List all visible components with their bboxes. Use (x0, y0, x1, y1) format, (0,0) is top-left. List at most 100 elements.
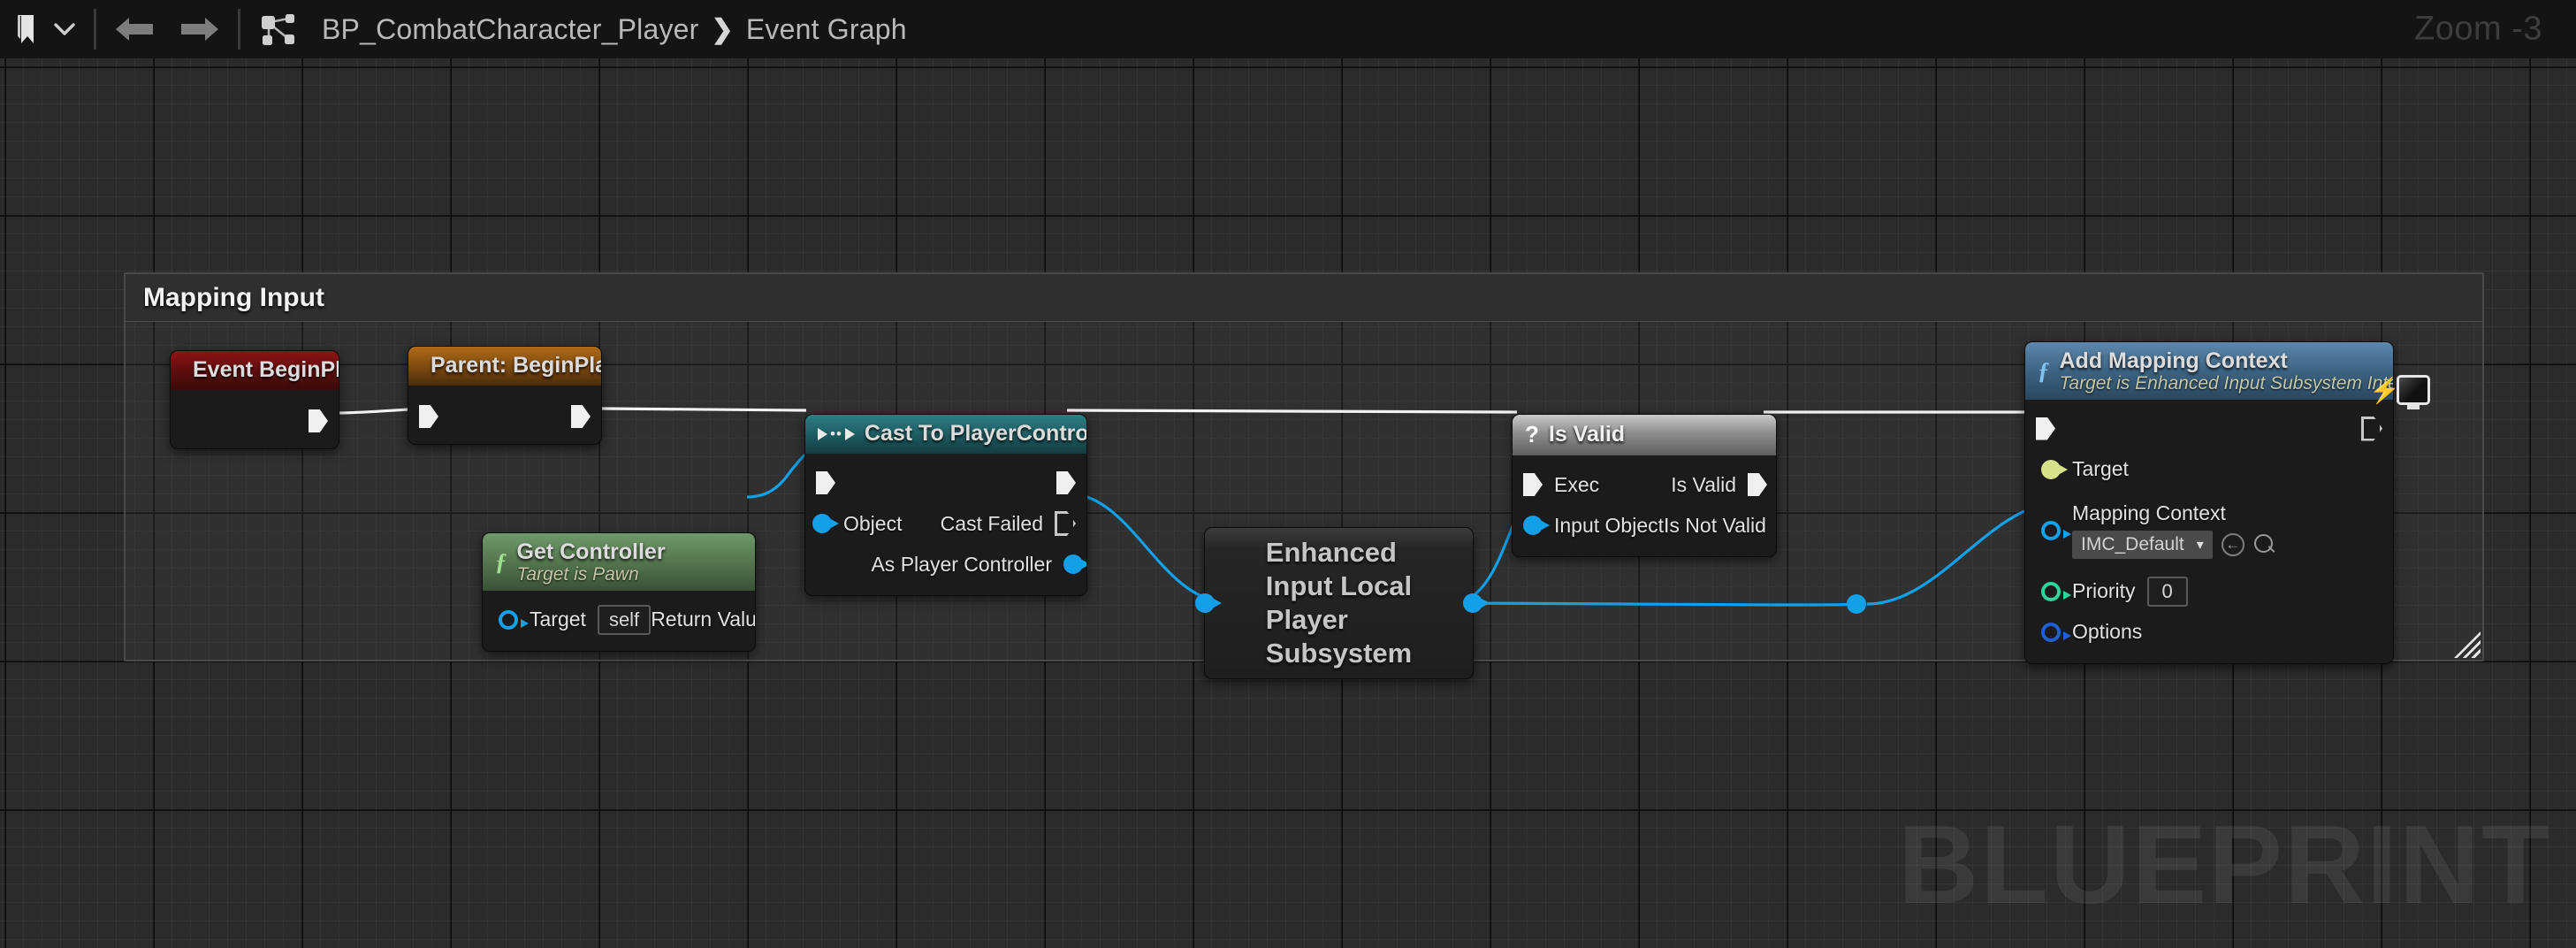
pin-row-exec-out[interactable] (171, 401, 339, 441)
bookmark-button[interactable] (0, 0, 53, 58)
pin-label-cast-failed: Cast Failed (940, 511, 1043, 535)
pin-target[interactable]: Target (2041, 457, 2129, 481)
exec-output-pin-icon[interactable] (309, 409, 328, 432)
target-self-value[interactable]: self (597, 604, 652, 635)
mapping-context-dropdown[interactable]: IMC_Default ▾ (2072, 531, 2213, 560)
bookmark-icon (18, 15, 34, 43)
exec-input-pin-icon[interactable] (2036, 417, 2055, 440)
node-body: Object Cast Failed As Player Controller (805, 454, 1086, 595)
exec-input-pin-icon[interactable] (816, 471, 835, 494)
chevron-down-icon (54, 23, 75, 35)
object-input-pin-icon[interactable] (2041, 520, 2071, 540)
exec-output-pin-icon[interactable] (1056, 471, 1076, 494)
node-title: Add Mapping Context (2059, 348, 2288, 373)
node-add-mapping-context[interactable]: ƒ Add Mapping Context Target is Enhanced… (2024, 341, 2394, 664)
question-mark-icon: ? (1525, 421, 1539, 447)
breadcrumb-separator-icon: ❯ (711, 14, 734, 44)
pin-row-as-player-controller: As Player Controller (805, 544, 1086, 585)
pin-row-exec[interactable] (408, 396, 601, 437)
pin-priority[interactable]: Priority 0 (2041, 576, 2188, 607)
pin-exec-in[interactable]: Exec (1523, 473, 1599, 497)
pin-row-exec (805, 463, 1086, 503)
forward-button[interactable] (167, 0, 232, 58)
mapping-context-value: IMC_Default (2081, 534, 2184, 555)
node-header[interactable]: ƒ Add Mapping Context Target is Enhanced… (2025, 342, 2393, 400)
breadcrumb-current[interactable]: Event Graph (746, 13, 907, 46)
struct-pin-icon[interactable] (2041, 622, 2071, 642)
blueprint-graph-icon (262, 14, 294, 45)
zoom-level-indicator: Zoom -3 (2414, 10, 2542, 48)
exec-output-pin-icon[interactable] (2361, 416, 2382, 441)
node-cast-to-player-controller[interactable]: •• Cast To PlayerController Object Cast … (804, 414, 1087, 596)
object-output-pin-icon[interactable] (1463, 593, 1490, 613)
pin-object[interactable]: Object (812, 512, 902, 536)
forward-arrow-icon (181, 18, 218, 41)
object-input-pin-icon[interactable] (812, 514, 839, 533)
exec-output-pin-icon[interactable] (571, 405, 591, 428)
back-button[interactable] (102, 0, 167, 58)
toolbar-separator (94, 9, 96, 50)
exec-input-pin-icon[interactable] (419, 405, 438, 428)
cast-icon: •• (818, 425, 855, 443)
object-pin-icon[interactable] (499, 609, 529, 630)
blueprint-watermark: BLUEPRINT (1898, 802, 2551, 927)
bookmark-dropdown-button[interactable] (53, 0, 88, 58)
pin-label-input-object: Input Object (1554, 513, 1665, 537)
pin-label-mapping-context: Mapping Context (2072, 501, 2226, 525)
node-title: Cast To PlayerController (864, 421, 1087, 446)
object-output-pin-icon[interactable] (1063, 554, 1086, 574)
pin-target[interactable]: Target self (499, 604, 652, 635)
back-arrow-icon (116, 18, 153, 41)
exec-output-pin-icon[interactable] (1055, 511, 1076, 536)
interface-pin-icon[interactable] (2041, 459, 2068, 479)
pin-cast-failed[interactable]: Cast Failed (940, 511, 1076, 536)
client-only-monitor-icon (2396, 375, 2430, 409)
node-title: Get Controller (516, 539, 666, 564)
pin-label-as-player-controller: As Player Controller (871, 552, 1052, 576)
node-body (408, 386, 601, 444)
graph-type-button[interactable] (246, 0, 309, 58)
node-subtitle: Target is Pawn (516, 564, 639, 585)
pin-label-is-valid: Is Valid (1671, 472, 1736, 496)
node-header[interactable]: Event BeginPlay (171, 351, 339, 390)
pin-as-player-controller[interactable]: As Player Controller (871, 552, 1086, 577)
pin-is-not-valid-out[interactable]: Is Not Valid (1664, 513, 1776, 538)
lightning-bolt-icon: ⚡ (2369, 376, 2400, 404)
integer-pin-icon[interactable] (2041, 581, 2071, 601)
comment-box-header[interactable]: Mapping Input (126, 274, 2482, 322)
pin-input-object[interactable]: Input Object (1523, 514, 1664, 538)
node-title: Is Valid (1548, 422, 1626, 447)
pin-row-mapping-context: Mapping Context IMC_Default ▾ ← (2025, 490, 2393, 571)
pin-return-value[interactable]: Return Value (651, 608, 755, 631)
pin-label-object: Object (843, 511, 903, 535)
pin-label-target: Target (2072, 457, 2129, 481)
node-body: Target self Return Value (483, 591, 755, 651)
search-icon[interactable] (2253, 533, 2276, 556)
node-enhanced-input-local-player-subsystem[interactable]: Enhanced Input Local Player Subsystem (1195, 527, 1490, 679)
node-parent-begin-play[interactable]: Parent: BeginPlay (408, 346, 602, 445)
function-f-icon: ƒ (2038, 357, 2050, 385)
node-title: Event BeginPlay (193, 357, 339, 382)
pin-row-exec-isvalid: Exec Is Valid (1513, 464, 1776, 505)
function-f-icon: ƒ (495, 548, 507, 576)
pin-row-exec (2025, 409, 2393, 449)
comment-box-title: Mapping Input (143, 282, 324, 312)
exec-output-pin-icon[interactable] (1748, 473, 1767, 496)
node-event-begin-play[interactable]: Event BeginPlay (170, 350, 339, 449)
node-header[interactable]: ? Is Valid (1513, 415, 1776, 455)
node-header[interactable]: ƒ Get Controller Target is Pawn (483, 533, 755, 591)
graph-canvas[interactable]: BLUEPRINT Mapping Input Event BeginPlay (0, 58, 2576, 948)
comment-resize-handle-icon[interactable] (2454, 631, 2481, 658)
pin-is-valid-out[interactable]: Is Valid (1671, 472, 1767, 497)
node-header[interactable]: •• Cast To PlayerController (805, 415, 1086, 454)
node-is-valid[interactable]: ? Is Valid Exec Is Valid Input Object Is… (1512, 414, 1777, 557)
exec-input-pin-icon[interactable] (1523, 473, 1543, 496)
browse-back-icon[interactable]: ← (2221, 533, 2244, 557)
priority-value-input[interactable]: 0 (2146, 576, 2188, 607)
node-get-controller[interactable]: ƒ Get Controller Target is Pawn Target s… (482, 532, 756, 652)
node-header[interactable]: Parent: BeginPlay (408, 347, 601, 386)
pin-options[interactable]: Options (2041, 620, 2142, 644)
object-input-pin-icon[interactable] (1523, 516, 1550, 535)
breadcrumb-root[interactable]: BP_CombatCharacter_Player (322, 13, 699, 46)
object-input-pin-icon[interactable] (1195, 593, 1222, 613)
